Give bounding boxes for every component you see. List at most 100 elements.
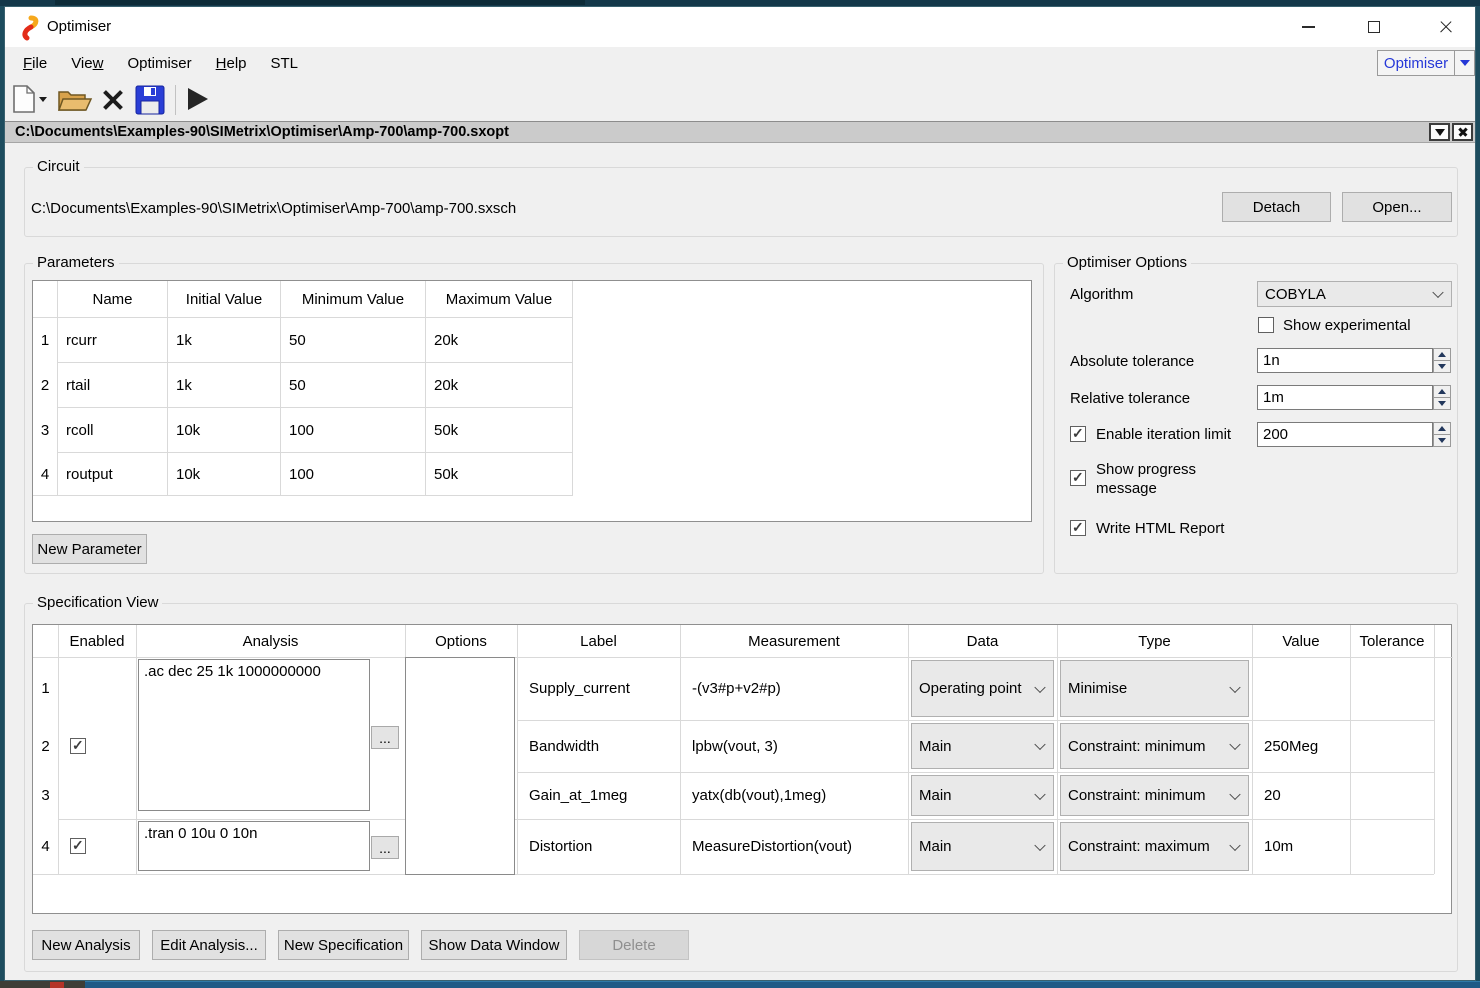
maximize-button[interactable] [1351, 11, 1397, 43]
spec-measurement-cell[interactable]: yatx(db(vout),1meg) [686, 772, 901, 819]
spec-type-select[interactable]: Constraint: minimum [1060, 723, 1249, 769]
new-parameter-button[interactable]: New Parameter [32, 534, 147, 564]
param-min-cell[interactable]: 50 [281, 318, 426, 363]
spec-type-select[interactable]: Constraint: maximum [1060, 822, 1249, 871]
relative-tolerance-spinner[interactable] [1433, 385, 1451, 410]
spec-label-cell[interactable]: Supply_current [523, 657, 673, 720]
show-data-window-button[interactable]: Show Data Window [421, 930, 567, 960]
param-max-cell[interactable]: 20k [426, 318, 573, 363]
new-file-dropdown-button[interactable] [39, 97, 47, 102]
analysis-more-button[interactable]: ... [371, 836, 399, 859]
row-number: 2 [33, 363, 58, 408]
absolute-tolerance-input[interactable]: 1n [1257, 348, 1433, 373]
spec-value-cell[interactable]: 20 [1258, 772, 1348, 819]
column-header-analysis: Analysis [136, 625, 405, 657]
analysis-more-button[interactable]: ... [371, 726, 399, 749]
show-experimental-checkbox[interactable] [1258, 317, 1274, 333]
close-document-button[interactable] [1452, 123, 1473, 141]
options-textbox[interactable] [405, 657, 515, 875]
param-name-cell[interactable]: routput [58, 453, 168, 496]
absolute-tolerance-spinner[interactable] [1433, 348, 1451, 373]
spec-data-select[interactable]: Main [911, 723, 1054, 769]
show-progress-checkbox[interactable] [1070, 470, 1086, 486]
param-name-cell[interactable]: rcurr [58, 318, 168, 363]
circuit-path: C:\Documents\Examples-90\SIMetrix\Optimi… [31, 200, 516, 217]
analysis-enabled-checkbox[interactable] [70, 738, 86, 754]
row-number: 2 [33, 720, 58, 772]
spec-data-select[interactable]: Operating point [911, 660, 1054, 717]
analysis-textbox-ac[interactable]: .ac dec 25 1k 1000000000 [138, 659, 370, 811]
iteration-limit-spinner[interactable] [1433, 422, 1451, 447]
param-max-cell[interactable]: 50k [426, 408, 573, 453]
param-min-cell[interactable]: 100 [281, 453, 426, 496]
algorithm-select[interactable]: COBYLA [1257, 281, 1452, 307]
menu-item-stl[interactable]: STL [259, 51, 311, 76]
analysis-textbox-tran[interactable]: .tran 0 10u 0 10n [138, 821, 370, 871]
param-initial-cell[interactable]: 1k [168, 363, 281, 408]
spec-tolerance-cell[interactable] [1356, 657, 1431, 720]
spin-down-icon[interactable] [1433, 398, 1451, 410]
new-specification-button[interactable]: New Specification [278, 930, 409, 960]
iteration-limit-input[interactable]: 200 [1257, 422, 1433, 447]
menu-item-file[interactable]: File [11, 51, 59, 76]
spec-label-cell[interactable]: Bandwidth [523, 720, 673, 772]
spec-tolerance-cell[interactable] [1356, 772, 1431, 819]
param-initial-cell[interactable]: 1k [168, 318, 281, 363]
param-min-cell[interactable]: 50 [281, 363, 426, 408]
minimize-icon [1302, 26, 1315, 28]
close-icon [1439, 20, 1454, 35]
param-name-cell[interactable]: rcoll [58, 408, 168, 453]
open-circuit-button[interactable]: Open... [1342, 192, 1452, 222]
menu-item-optimiser[interactable]: Optimiser [115, 51, 203, 76]
delete-button-toolbar[interactable] [99, 87, 127, 113]
spec-measurement-cell[interactable]: lpbw(vout, 3) [686, 720, 901, 772]
edit-analysis-button[interactable]: Edit Analysis... [152, 930, 266, 960]
minimize-button[interactable] [1285, 11, 1331, 43]
spin-up-icon[interactable] [1433, 422, 1451, 435]
spec-tolerance-cell[interactable] [1356, 819, 1431, 874]
window-selector-dropdown[interactable]: Optimiser [1377, 50, 1475, 76]
param-max-cell[interactable]: 50k [426, 453, 573, 496]
grid-line [405, 625, 406, 657]
spec-type-select[interactable]: Constraint: minimum [1060, 775, 1249, 816]
menu-bar: File View Optimiser Help STL Optimiser [5, 47, 1475, 79]
spec-data-select[interactable]: Main [911, 775, 1054, 816]
param-name-cell[interactable]: rtail [58, 363, 168, 408]
param-max-cell[interactable]: 20k [426, 363, 573, 408]
spec-value-cell[interactable]: 10m [1258, 819, 1348, 874]
spec-label-cell[interactable]: Distortion [523, 819, 673, 874]
spec-data-select[interactable]: Main [911, 822, 1054, 871]
new-file-button[interactable] [13, 85, 35, 113]
spec-value-cell[interactable]: 250Meg [1258, 720, 1348, 772]
spec-measurement-cell[interactable]: -(v3#p+v2#p) [686, 657, 901, 720]
spin-up-icon[interactable] [1433, 348, 1451, 361]
grid-line [908, 625, 909, 874]
enable-iteration-limit-checkbox[interactable] [1070, 426, 1086, 442]
write-html-report-checkbox[interactable] [1070, 520, 1086, 536]
detach-button[interactable]: Detach [1222, 192, 1331, 222]
collapse-document-button[interactable] [1429, 123, 1450, 141]
param-initial-cell[interactable]: 10k [168, 408, 281, 453]
save-button[interactable] [135, 85, 165, 115]
new-analysis-button[interactable]: New Analysis [32, 930, 140, 960]
run-button[interactable] [187, 87, 209, 111]
spec-label-cell[interactable]: Gain_at_1meg [523, 772, 673, 819]
analysis-enabled-checkbox[interactable] [70, 838, 86, 854]
param-min-cell[interactable]: 100 [281, 408, 426, 453]
window-selector-caret[interactable] [1454, 51, 1474, 75]
spin-down-icon[interactable] [1433, 361, 1451, 373]
open-file-button[interactable] [57, 87, 93, 114]
spec-measurement-cell[interactable]: MeasureDistortion(vout) [686, 819, 901, 874]
column-header-name: Name [58, 281, 168, 318]
close-button[interactable] [1423, 11, 1469, 43]
relative-tolerance-input[interactable]: 1m [1257, 385, 1433, 410]
spec-type-select[interactable]: Minimise [1060, 660, 1249, 717]
param-initial-cell[interactable]: 10k [168, 453, 281, 496]
spin-down-icon[interactable] [1433, 435, 1451, 447]
menu-item-view[interactable]: View [59, 51, 115, 76]
spec-tolerance-cell[interactable] [1356, 720, 1431, 772]
menu-item-help[interactable]: Help [204, 51, 259, 76]
spec-value-cell[interactable] [1258, 657, 1348, 720]
window-title: Optimiser [47, 18, 111, 35]
spin-up-icon[interactable] [1433, 385, 1451, 398]
